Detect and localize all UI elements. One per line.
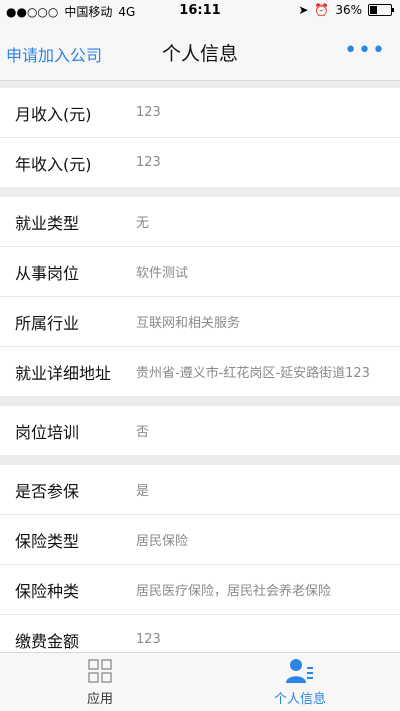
- status-right: ➤ ⏰ 36%: [298, 3, 394, 17]
- field-label: 从事岗位: [15, 263, 80, 283]
- tab-profile-label: 个人信息: [273, 692, 326, 707]
- nav-bar: 申请加入公司 个人信息 •••: [0, 22, 400, 81]
- field-label: 缴费金额: [15, 631, 80, 651]
- more-icon[interactable]: •••: [344, 40, 386, 62]
- field-label: 就业类型: [15, 213, 80, 233]
- field-value: 无: [136, 216, 150, 231]
- info-group: 是否参保 是保险类型 居民保险保险种类 居民医疗保险，居民社会养老保险缴费金额 123: [0, 465, 400, 664]
- info-row[interactable]: 保险类型 居民保险: [0, 515, 400, 565]
- field-label: 就业详细地址: [15, 363, 112, 383]
- info-group: 月收入(元) 123 年收入(元) 123: [0, 88, 400, 187]
- grid-icon: [88, 659, 112, 683]
- info-list: 月收入(元) 123 年收入(元) 123 就业类型 无从事岗位 软件测试所属行业 互联网和相…: [0, 88, 400, 674]
- info-row[interactable]: 从事岗位 软件测试: [0, 247, 400, 297]
- field-value: 否: [136, 425, 150, 440]
- field-value: 互联网和相关服务: [136, 316, 241, 331]
- status-bar: ●●○○○ 中国移动 4G 16:11 ➤ ⏰ 36%: [0, 0, 400, 22]
- field-label: 保险类型: [15, 531, 80, 551]
- field-value: 123: [136, 155, 161, 170]
- field-value: 软件测试: [136, 266, 189, 281]
- field-value: 居民医疗保险，居民社会养老保险: [136, 584, 332, 599]
- field-value: 123: [136, 105, 161, 120]
- field-label: 岗位培训: [15, 422, 80, 442]
- info-row[interactable]: 保险种类 居民医疗保险，居民社会养老保险: [0, 565, 400, 615]
- field-value: 居民保险: [136, 534, 189, 549]
- info-row[interactable]: 就业类型 无: [0, 197, 400, 247]
- battery-percent: 36%: [335, 3, 362, 17]
- tab-bar: 应用 个人信息: [0, 652, 400, 711]
- field-label: 年收入(元): [15, 154, 92, 174]
- info-row[interactable]: 月收入(元) 123: [0, 88, 400, 138]
- info-group: 岗位培训 否: [0, 406, 400, 455]
- field-label: 保险种类: [15, 581, 80, 601]
- field-label: 是否参保: [15, 481, 80, 501]
- info-row[interactable]: 就业详细地址 贵州省-遵义市-红花岗区-延安路街道123: [0, 347, 400, 396]
- alarm-icon: ⏰: [314, 3, 330, 17]
- info-row[interactable]: 岗位培训 否: [0, 406, 400, 455]
- tab-apps[interactable]: 应用: [0, 653, 200, 711]
- field-value: 贵州省-遵义市-红花岗区-延安路街道123: [136, 366, 370, 381]
- info-row[interactable]: 是否参保 是: [0, 465, 400, 515]
- info-group: 就业类型 无从事岗位 软件测试所属行业 互联网和相关服务就业详细地址 贵州省-遵义市-红…: [0, 197, 400, 396]
- tab-profile[interactable]: 个人信息: [200, 653, 400, 711]
- join-company-link[interactable]: 申请加入公司: [6, 42, 102, 66]
- tab-apps-label: 应用: [86, 692, 113, 707]
- location-icon: ➤: [298, 3, 309, 17]
- info-row[interactable]: 年收入(元) 123: [0, 138, 400, 187]
- info-row[interactable]: 所属行业 互联网和相关服务: [0, 297, 400, 347]
- field-value: 是: [136, 484, 150, 499]
- field-value: 123: [136, 632, 161, 647]
- field-label: 所属行业: [15, 313, 80, 333]
- field-label: 月收入(元): [15, 104, 92, 124]
- battery-fill: [370, 6, 378, 14]
- battery-icon: [368, 4, 394, 16]
- person-icon: [286, 659, 313, 683]
